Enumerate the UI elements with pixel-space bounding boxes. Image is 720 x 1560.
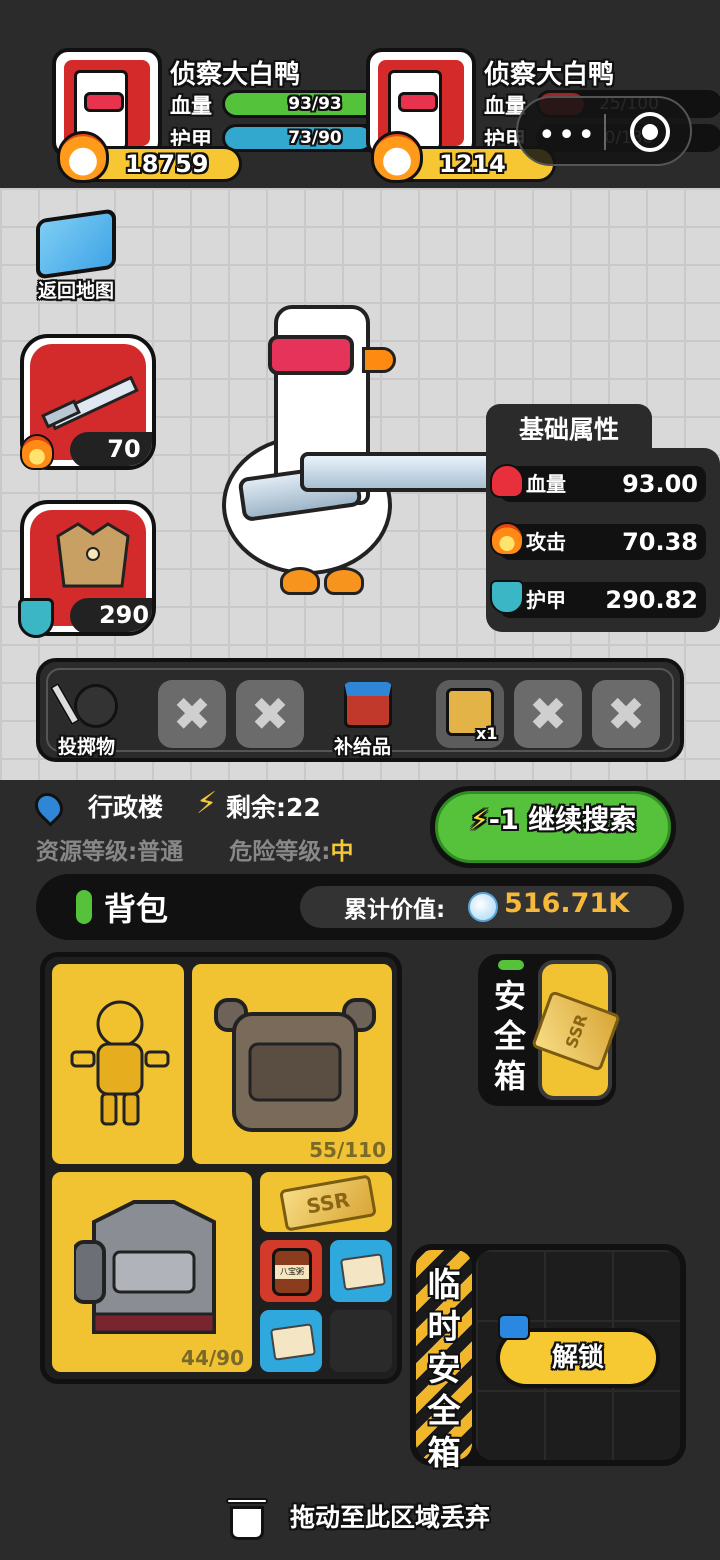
ssr-card-icon: SSR (530, 990, 622, 1072)
attr-row-attack: 攻击 70.38 (490, 522, 706, 560)
supply-box-icon (344, 682, 392, 728)
safe-box-label: 安全箱 (494, 977, 527, 1095)
total-value: 516.71K (504, 888, 630, 919)
supply-slot[interactable]: 补给品 (330, 678, 410, 758)
throwable-label: 投掷物 (58, 736, 116, 758)
mini-program-capsule: ••• (516, 96, 692, 166)
empty-slot[interactable]: ✖ (514, 680, 582, 748)
empty-slot[interactable]: ✖ (592, 680, 660, 748)
flame-icon (57, 131, 109, 183)
medkit-slot[interactable]: x1 (436, 680, 504, 748)
empty-slot[interactable]: ✖ (236, 680, 304, 748)
item-body-armor[interactable]: 44/90 (49, 1169, 255, 1375)
hp-label: 血量 (170, 94, 212, 118)
temp-safe-box-label: 临时安全箱 (427, 1265, 461, 1472)
more-icon[interactable]: ••• (538, 118, 597, 153)
close-icon[interactable] (630, 112, 670, 152)
weapon-attack-value: 70 (70, 432, 152, 466)
continue-search-button[interactable]: ⚡-1 继续搜索 (430, 786, 676, 868)
shield-icon (18, 598, 54, 638)
player-name: 侦察大白鸭 (484, 60, 615, 90)
backpack-indicator (76, 890, 92, 924)
supply-label: 补给品 (334, 736, 392, 758)
letter-icon (339, 1253, 387, 1291)
base-attributes-title: 基础属性 (486, 404, 652, 456)
player-name: 侦察大白鸭 (170, 60, 301, 90)
level-row: 资源等级:普通 危险等级:中 (36, 832, 353, 866)
rifle-icon (41, 375, 139, 431)
lightning-icon: ⚡ (469, 805, 489, 836)
backpack-title: 背包 (104, 890, 169, 928)
total-value-box: 累计价值: 516.71K (300, 886, 672, 928)
lightning-icon: ⚡ (196, 786, 218, 821)
safe-box-indicator (498, 960, 524, 970)
return-map-label: 返回地图 (37, 280, 114, 302)
pearl-icon (468, 892, 498, 922)
heart-icon (490, 464, 524, 498)
capsule-divider (604, 114, 606, 150)
return-map-button[interactable]: 返回地图 (28, 208, 124, 302)
location-pin-icon (29, 787, 69, 827)
map-icon (36, 208, 116, 280)
empty-slot[interactable]: ✖ (158, 680, 226, 748)
golden-figure-icon (70, 1000, 170, 1126)
supply-count: x1 (476, 724, 498, 743)
bomb-icon (74, 684, 118, 728)
letter-icon (269, 1323, 317, 1361)
consumables-bar: 投掷物 ✖ ✖ 补给品 x1 ✖ ✖ (36, 658, 684, 762)
remaining-energy: 剩余:22 (226, 793, 321, 822)
item-letter[interactable] (257, 1307, 325, 1375)
equipped-rifle (237, 440, 530, 523)
backpack-grid: 55/110 44/90 SSR 八宝粥 (40, 952, 402, 1384)
power-value: 18759 (125, 150, 209, 178)
continue-search-label: ⚡-1 继续搜索 (469, 805, 637, 836)
item-congee-can[interactable]: 八宝粥 (257, 1237, 325, 1305)
vest-capacity: 55/110 (309, 1138, 386, 1162)
temp-safe-box: 临时安全箱 解锁 (410, 1244, 686, 1472)
location-name: 行政楼 (88, 793, 164, 822)
discard-label: 拖动至此区域丢弃 (290, 1503, 491, 1532)
resource-level: 资源等级:普通 (36, 839, 184, 865)
armor-defense-value: 290 (70, 598, 152, 632)
can-icon: 八宝粥 (272, 1248, 312, 1296)
safe-box-slot[interactable]: SSR (530, 960, 622, 1100)
attr-row-hp: 血量 93.00 (490, 464, 706, 502)
safe-box: 安全箱 SSR (478, 954, 622, 1106)
danger-level-label: 危险等级: (229, 839, 331, 865)
fire-icon (20, 434, 54, 470)
item-tactical-vest[interactable]: 55/110 (189, 961, 395, 1167)
ssr-card-icon: SSR (279, 1174, 377, 1232)
discard-zone[interactable]: 拖动至此区域丢弃 (224, 1494, 544, 1540)
throwable-slot[interactable]: 投掷物 (49, 678, 142, 758)
close-icon: ✖ (528, 687, 568, 741)
video-ad-icon (498, 1314, 530, 1340)
total-value-label: 累计价值: (344, 897, 446, 923)
body-armor-icon (74, 1200, 216, 1334)
attr-row-armor: 护甲 290.82 (490, 580, 706, 618)
flame-icon (371, 131, 423, 183)
empty-backpack-cell[interactable] (327, 1307, 395, 1375)
close-icon: ✖ (250, 687, 290, 741)
armor-capacity: 44/90 (181, 1346, 244, 1370)
trash-icon (224, 1494, 270, 1542)
power-value: 1214 (439, 150, 506, 178)
item-golden-trophy[interactable] (49, 961, 187, 1167)
base-attributes-panel: 基础属性 血量 93.00 攻击 70.38 护甲 290.82 (486, 404, 720, 632)
power-badge: 18759 (57, 131, 242, 183)
backpack-header: 背包 累计价值: 516.71K (36, 874, 684, 940)
shield-icon (490, 580, 524, 614)
top-bar: 侦察大白鸭 血量 93/93 护甲 73/90 18759 侦察大白鸭 血量 2… (0, 0, 720, 188)
close-icon: ✖ (172, 687, 212, 741)
item-ssr-card[interactable]: SSR (257, 1169, 395, 1235)
chest-armor-icon (56, 522, 130, 588)
danger-level-value: 中 (330, 839, 354, 865)
player-card-1[interactable]: 侦察大白鸭 血量 93/93 护甲 73/90 18759 (52, 48, 408, 188)
item-letter[interactable] (327, 1237, 395, 1305)
vest-icon (214, 998, 376, 1132)
close-icon: ✖ (606, 687, 646, 741)
fire-icon (490, 522, 524, 556)
